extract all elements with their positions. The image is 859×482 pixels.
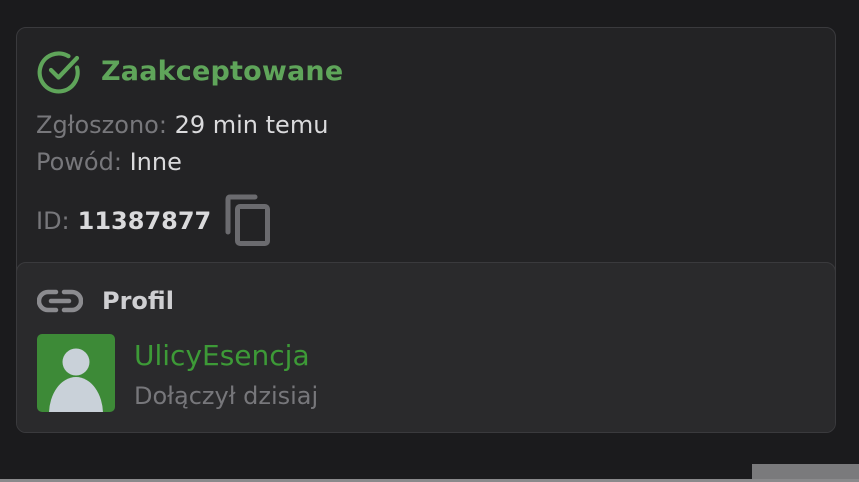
reason-row: Powód: Inne: [36, 147, 182, 177]
reported-row: Zgłoszono: 29 min temu: [36, 110, 328, 140]
profile-joined-text: Dołączył dzisiaj: [134, 382, 319, 410]
reported-label: Zgłoszono:: [36, 111, 167, 139]
link-icon: [37, 289, 83, 313]
check-circle-icon: [37, 51, 80, 94]
reason-label: Powód:: [36, 148, 122, 176]
profile-panel: Profil UlicyEsencja Dołączył dzisiaj: [17, 262, 835, 432]
reason-value: Inne: [129, 148, 182, 176]
copy-icon[interactable]: [225, 194, 273, 248]
id-label: ID:: [36, 207, 70, 235]
id-row: ID: 11387877: [36, 193, 273, 249]
status-row: Zaakceptowane: [36, 47, 343, 95]
status-label: Zaakceptowane: [101, 55, 344, 87]
reported-value: 29 min temu: [174, 111, 329, 139]
report-card: Zaakceptowane Zgłoszono: 29 min temu Pow…: [16, 27, 836, 433]
profile-header: Profil: [37, 281, 174, 321]
page: Zaakceptowane Zgłoszono: 29 min temu Pow…: [0, 0, 859, 482]
id-value: 11387877: [77, 207, 212, 235]
default-user-icon: [49, 348, 103, 412]
avatar[interactable]: [37, 334, 115, 412]
profile-section-title: Profil: [102, 287, 174, 315]
profile-username-link[interactable]: UlicyEsencja: [134, 339, 310, 372]
